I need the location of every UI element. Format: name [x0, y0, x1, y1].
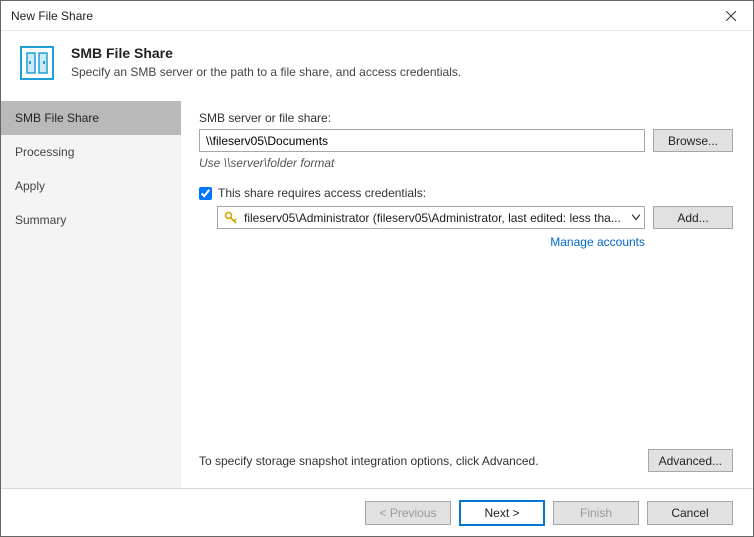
header-text-block: SMB File Share Specify an SMB server or …: [71, 43, 461, 79]
chevron-down-icon: [632, 212, 640, 223]
share-icon: [17, 43, 57, 83]
page-title: SMB File Share: [71, 45, 461, 61]
sidebar-item-smb-file-share[interactable]: SMB File Share: [1, 101, 181, 135]
snapshot-row: To specify storage snapshot integration …: [199, 449, 733, 488]
credentials-select[interactable]: fileserv05\Administrator (fileserv05\Adm…: [217, 206, 645, 229]
format-hint: Use \\server\folder format: [199, 156, 733, 170]
sidebar-item-summary[interactable]: Summary: [1, 203, 181, 237]
wizard-footer: < Previous Next > Finish Cancel: [1, 488, 753, 536]
sidebar-item-label: Summary: [15, 213, 66, 227]
cancel-button[interactable]: Cancel: [647, 501, 733, 525]
sidebar-item-label: Apply: [15, 179, 45, 193]
credentials-select-text: fileserv05\Administrator (fileserv05\Adm…: [244, 211, 622, 225]
credentials-checkbox-label: This share requires access credentials:: [218, 186, 426, 200]
titlebar: New File Share: [1, 1, 753, 31]
wizard-body: SMB File Share Processing Apply Summary …: [1, 101, 753, 488]
server-row: Browse...: [199, 129, 733, 152]
page-subtitle: Specify an SMB server or the path to a f…: [71, 65, 461, 79]
sidebar-item-label: Processing: [15, 145, 74, 159]
sidebar-item-label: SMB File Share: [15, 111, 99, 125]
close-icon: [726, 11, 736, 21]
advanced-button[interactable]: Advanced...: [648, 449, 733, 472]
server-input[interactable]: [199, 129, 645, 152]
add-credentials-button[interactable]: Add...: [653, 206, 733, 229]
server-label: SMB server or file share:: [199, 111, 733, 125]
credentials-checkbox[interactable]: [199, 187, 212, 200]
finish-button: Finish: [553, 501, 639, 525]
credentials-row: fileserv05\Administrator (fileserv05\Adm…: [199, 206, 733, 229]
sidebar-item-apply[interactable]: Apply: [1, 169, 181, 203]
manage-accounts-row: Manage accounts: [199, 235, 733, 249]
wizard-header: SMB File Share Specify an SMB server or …: [1, 31, 753, 101]
wizard-content: SMB server or file share: Browse... Use …: [181, 101, 753, 488]
close-button[interactable]: [708, 1, 753, 31]
sidebar-item-processing[interactable]: Processing: [1, 135, 181, 169]
key-icon: [224, 211, 238, 225]
snapshot-hint: To specify storage snapshot integration …: [199, 454, 638, 468]
next-button[interactable]: Next >: [459, 500, 545, 526]
credentials-checkbox-row: This share requires access credentials:: [199, 186, 733, 200]
previous-button: < Previous: [365, 501, 451, 525]
window-title: New File Share: [11, 9, 93, 23]
dialog-window: New File Share SMB File Share Specify an…: [0, 0, 754, 537]
manage-accounts-link[interactable]: Manage accounts: [550, 235, 645, 249]
wizard-sidebar: SMB File Share Processing Apply Summary: [1, 101, 181, 488]
browse-button[interactable]: Browse...: [653, 129, 733, 152]
